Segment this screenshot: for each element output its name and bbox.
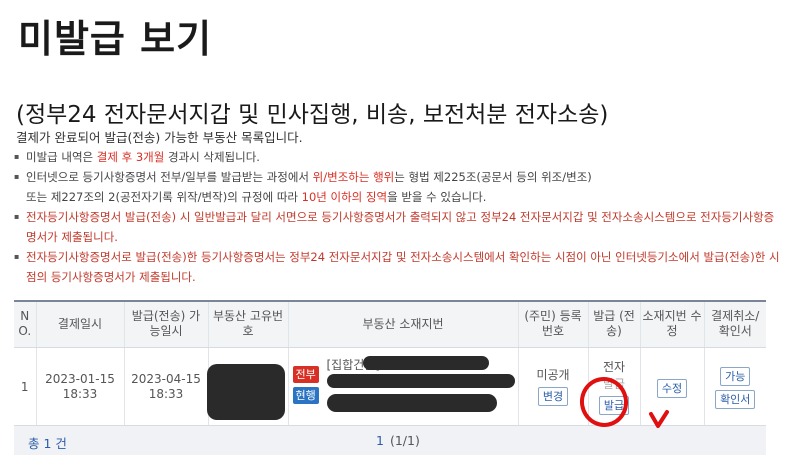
page-info: (1/1) xyxy=(389,433,420,448)
notice-item: 전자등기사항증명서 발급(전송) 시 일반발급과 달리 서면으로 등기사항증명서… xyxy=(14,207,782,247)
col-header-address: 부동산 소재지번 xyxy=(287,300,518,348)
cell-no: 1 xyxy=(14,347,36,428)
notice-highlight: 10년 이하의 징역 xyxy=(301,190,388,204)
page-current[interactable]: 1 xyxy=(376,433,384,448)
badge-all: 전부 xyxy=(292,365,319,383)
badge-current: 현행 xyxy=(292,386,319,404)
redaction-mark xyxy=(326,393,497,412)
issue-label: 전자 xyxy=(602,359,626,374)
notice-highlight: 결제 후 3개월 xyxy=(96,150,165,164)
notice-text: 전자등기사항증명서로 발급(전송)한 등기사항증명서는 정부24 전자문서지갑 … xyxy=(26,250,780,284)
notice-item: 전자등기사항증명서로 발급(전송)한 등기사항증명서는 정부24 전자문서지갑 … xyxy=(14,247,782,287)
page-title: 미발급 보기 xyxy=(18,17,213,61)
pagination: 1 (1/1) xyxy=(376,433,420,448)
annotation-check-mark xyxy=(649,410,669,428)
notice-text: 또는 제227조의 2(공전자기록 위작/변작)의 규정에 따라 xyxy=(26,190,302,204)
confirm-document-button[interactable]: 확인서 xyxy=(715,390,756,409)
cancel-available-button[interactable]: 가능 xyxy=(720,367,751,386)
col-header-cancel: 결제취소/확인서 xyxy=(703,300,766,348)
col-header-no: N O. xyxy=(14,300,36,348)
notice-item: 미발급 내역은 결제 후 3개월 경과시 삭제됩니다. xyxy=(14,147,782,167)
col-header-reg-no: (주민) 등록번호 xyxy=(517,300,588,348)
col-header-issue: 발급 (전송) xyxy=(587,300,640,348)
reg-status: 미공개 xyxy=(536,368,570,382)
notice-text: 는 형법 제225조(공문서 등의 위조/변조) xyxy=(394,170,592,184)
notice-text: 인터넷으로 등기사항증명서 전부/일부를 발급받는 과정에서 xyxy=(26,170,313,184)
edit-address-button[interactable]: 수정 xyxy=(656,378,688,398)
intro-text: 결제가 완료되어 발급(전송) 가능한 부동산 목록입니다. xyxy=(16,130,303,145)
col-header-paid: 결제일시 xyxy=(35,300,124,348)
notice-highlight: 위/변조하는 행위 xyxy=(312,170,395,184)
change-button[interactable]: 변경 xyxy=(537,387,569,406)
notice-text: 전자등기사항증명서 발급(전송) 시 일반발급과 달리 서면으로 등기사항증명서… xyxy=(26,210,775,244)
paid-time: 18:33 xyxy=(62,387,98,401)
avail-time: 18:33 xyxy=(148,387,184,401)
cell-cancel: 가능 확인서 xyxy=(703,347,766,428)
notice-item: 인터넷으로 등기사항증명서 전부/일부를 발급받는 과정에서 위/변조하는 행위… xyxy=(14,167,782,207)
total-count: 총 1 건 xyxy=(28,436,67,451)
cell-property-id xyxy=(206,347,288,428)
paid-date: 2023-01-15 xyxy=(45,372,115,386)
col-header-property-id: 부동산 고유번호 xyxy=(207,300,288,348)
cell-paid: 2023-01-15 18:33 xyxy=(35,347,124,428)
notice-text: 미발급 내역은 xyxy=(26,150,97,164)
redaction-mark xyxy=(326,373,515,388)
redaction-mark xyxy=(362,355,489,370)
notice-text: 경과시 삭제됩니다. xyxy=(164,150,260,164)
notice-list: 미발급 내역은 결제 후 3개월 경과시 삭제됩니다. 인터넷으로 등기사항증명… xyxy=(14,147,782,287)
address-badges: 전부 현행 xyxy=(292,365,319,406)
col-header-edit: 소재지번 수정 xyxy=(639,300,704,348)
notice-text: 을 받을 수 있습니다. xyxy=(387,190,487,204)
notice-subline: 또는 제227조의 2(공전자기록 위작/변작)의 규정에 따라 10년 이하의… xyxy=(26,187,782,207)
avail-date: 2023-04-15 xyxy=(131,372,201,386)
cell-reg-no: 미공개 변경 xyxy=(517,347,588,428)
cell-available: 2023-04-15 18:33 xyxy=(123,347,208,428)
section-title: (정부24 전자문서지갑 및 민사집행, 비송, 보전처분 전자소송) xyxy=(16,102,609,128)
cell-address: 전부 현행 [집합건물] xyxy=(287,347,518,428)
redaction-mark xyxy=(206,363,285,420)
col-header-available: 발급(전송) 가능일시 xyxy=(123,300,208,348)
